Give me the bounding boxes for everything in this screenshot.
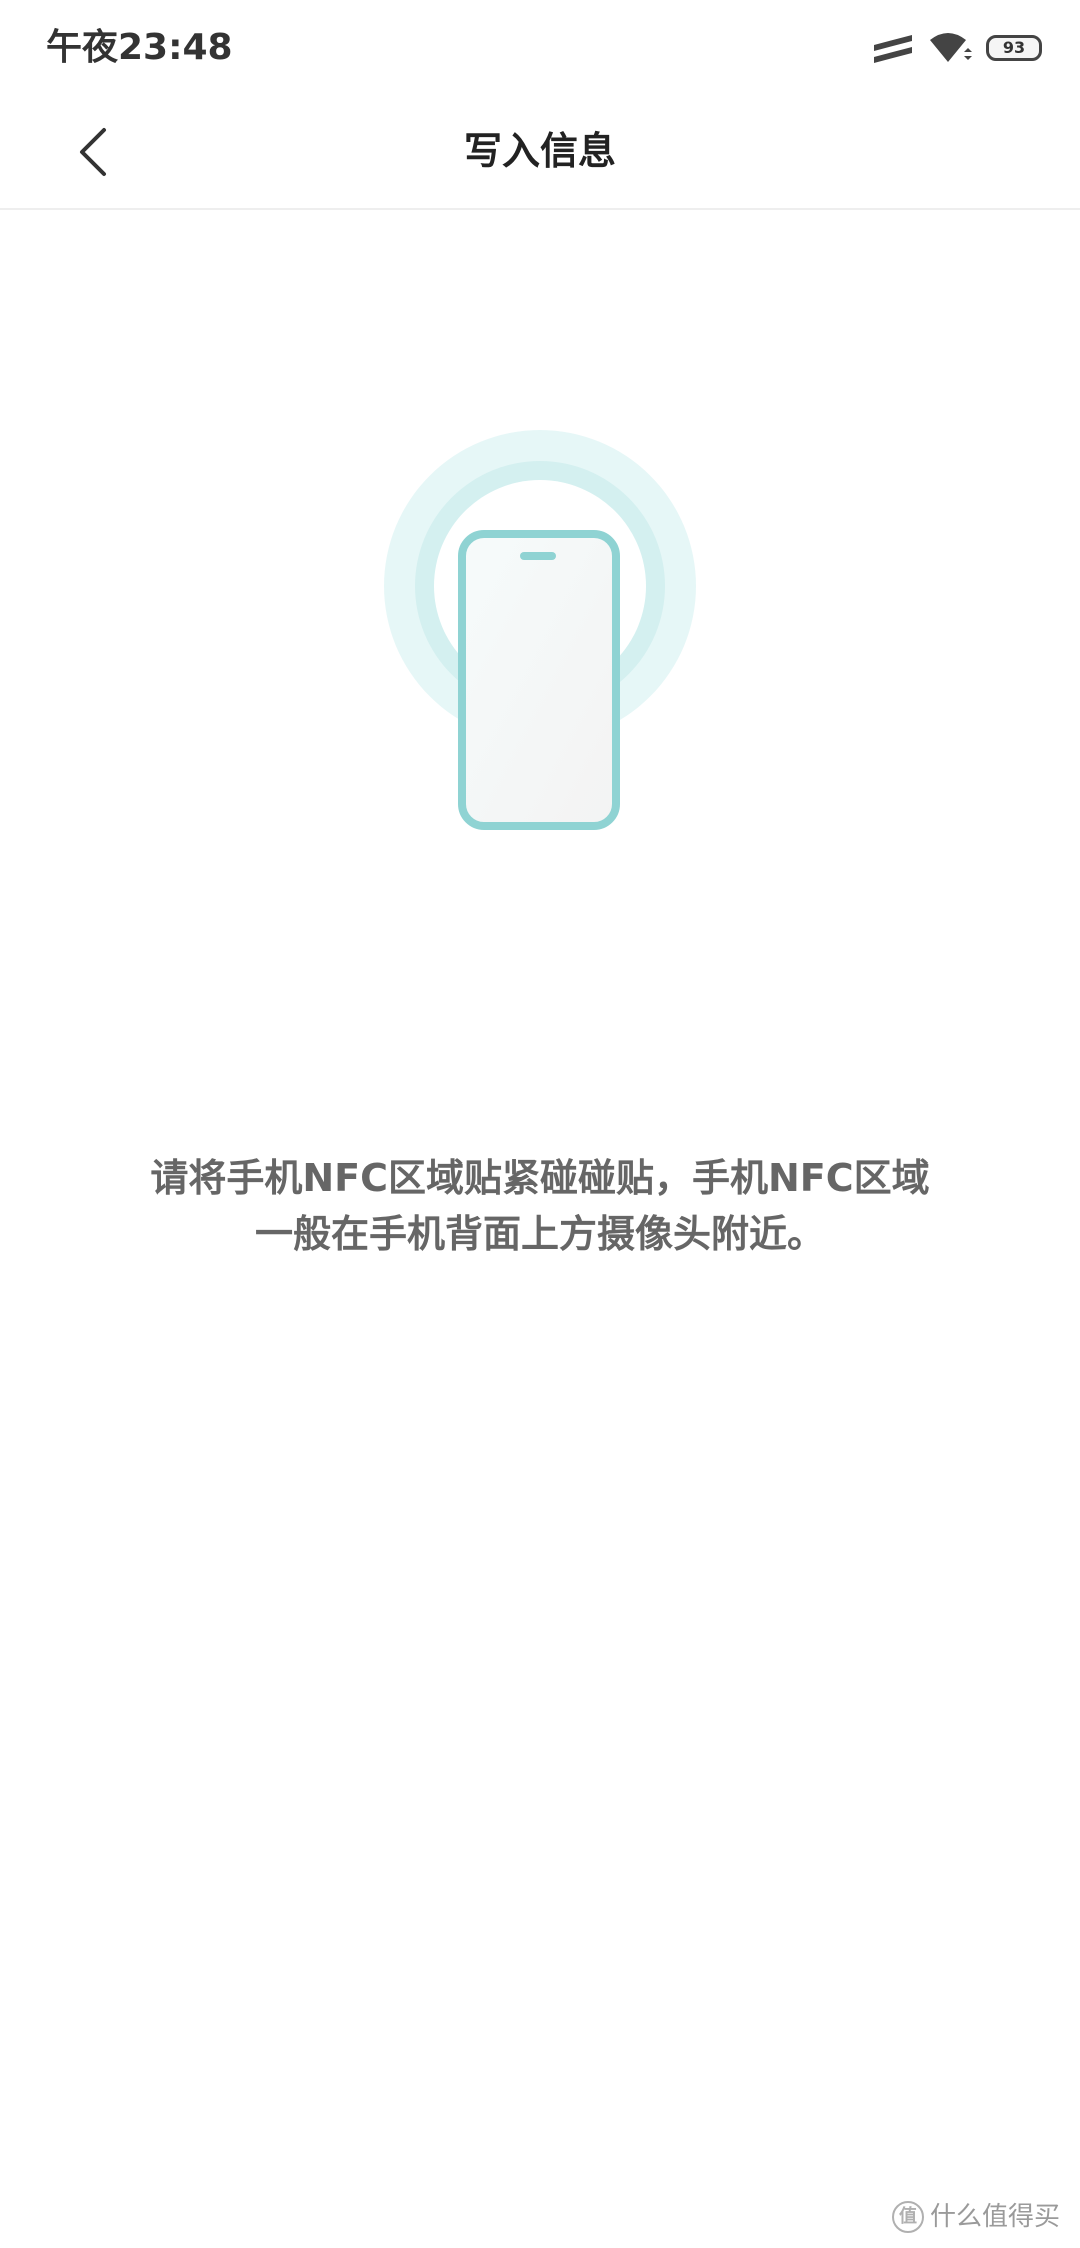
instruction-line-2: 一般在手机背面上方摄像头附近。 xyxy=(254,1212,825,1256)
page-title: 写入信息 xyxy=(463,129,616,173)
signal-icon xyxy=(874,35,912,63)
battery-level: 93 xyxy=(1002,38,1026,57)
nfc-illustration xyxy=(380,424,700,844)
status-icons: 93 xyxy=(872,28,1042,68)
battery-icon: 93 xyxy=(986,35,1042,61)
watermark-logo: 值 xyxy=(891,2201,924,2233)
status-time: 午夜23:48 xyxy=(46,27,233,68)
wifi-icon xyxy=(930,33,972,62)
status-bar: 午夜23:48 93 xyxy=(0,0,1080,96)
watermark-text: 什么值得买 xyxy=(929,2202,1060,2232)
phone-speaker xyxy=(520,552,556,560)
instruction-line-1: 请将手机NFC区域贴紧碰碰贴，手机NFC区域 xyxy=(150,1156,930,1200)
instruction-text: 请将手机NFC区域贴紧碰碰贴，手机NFC区域 一般在手机背面上方摄像头附近。 xyxy=(90,1150,990,1262)
screen: 午夜23:48 93 写入信息 请将手机NFC区域贴紧碰碰贴，手机NFC区域 一… xyxy=(0,0,1080,2248)
phone-body xyxy=(458,530,620,830)
watermark: 值 什么值得买 xyxy=(891,2200,1060,2234)
header: 写入信息 xyxy=(0,96,1080,210)
phone-nfc-icon xyxy=(384,430,696,830)
